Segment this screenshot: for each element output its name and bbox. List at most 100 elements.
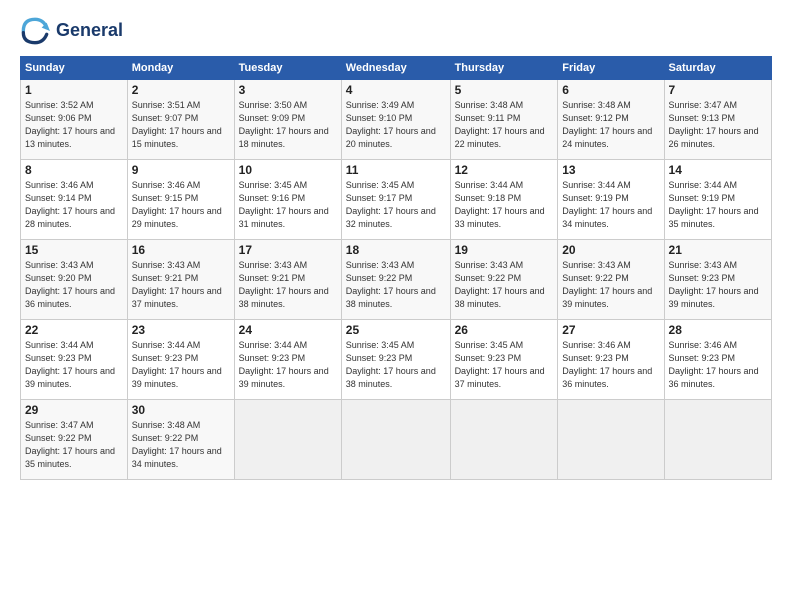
logo-icon bbox=[20, 16, 50, 46]
day-info: Sunrise: 3:45 AMSunset: 9:23 PMDaylight:… bbox=[346, 339, 446, 391]
day-number: 1 bbox=[25, 83, 123, 97]
calendar-body: 1 Sunrise: 3:52 AMSunset: 9:06 PMDaylight… bbox=[21, 80, 772, 480]
day-number: 6 bbox=[562, 83, 659, 97]
calendar-cell bbox=[234, 400, 341, 480]
calendar-cell: 25 Sunrise: 3:45 AMSunset: 9:23 PMDayligh… bbox=[341, 320, 450, 400]
day-info: Sunrise: 3:52 AMSunset: 9:06 PMDaylight:… bbox=[25, 99, 123, 151]
weekday-tuesday: Tuesday bbox=[234, 57, 341, 80]
day-number: 30 bbox=[132, 403, 230, 417]
day-number: 27 bbox=[562, 323, 659, 337]
day-number: 4 bbox=[346, 83, 446, 97]
day-number: 3 bbox=[239, 83, 337, 97]
day-info: Sunrise: 3:51 AMSunset: 9:07 PMDaylight:… bbox=[132, 99, 230, 151]
calendar-cell: 12 Sunrise: 3:44 AMSunset: 9:18 PMDayligh… bbox=[450, 160, 558, 240]
page: General SundayMondayTuesdayWednesdayThur… bbox=[0, 0, 792, 612]
calendar-cell: 19 Sunrise: 3:43 AMSunset: 9:22 PMDayligh… bbox=[450, 240, 558, 320]
day-info: Sunrise: 3:45 AMSunset: 9:16 PMDaylight:… bbox=[239, 179, 337, 231]
calendar-cell: 11 Sunrise: 3:45 AMSunset: 9:17 PMDayligh… bbox=[341, 160, 450, 240]
calendar-cell: 4 Sunrise: 3:49 AMSunset: 9:10 PMDaylight… bbox=[341, 80, 450, 160]
day-number: 26 bbox=[455, 323, 554, 337]
calendar-cell: 16Sunrise: 3:43 AMSunset: 9:21 PMDayligh… bbox=[127, 240, 234, 320]
calendar: SundayMondayTuesdayWednesdayThursdayFrid… bbox=[20, 56, 772, 480]
calendar-cell: 13 Sunrise: 3:44 AMSunset: 9:19 PMDayligh… bbox=[558, 160, 664, 240]
day-number: 11 bbox=[346, 163, 446, 177]
day-number: 15 bbox=[25, 243, 123, 257]
day-number: 8 bbox=[25, 163, 123, 177]
header: General bbox=[20, 16, 772, 46]
day-info: Sunrise: 3:43 AMSunset: 9:21 PMDaylight:… bbox=[239, 259, 337, 311]
day-info: Sunrise: 3:43 AMSunset: 9:22 PMDaylight:… bbox=[562, 259, 659, 311]
calendar-cell: 7Sunrise: 3:47 AMSunset: 9:13 PMDaylight… bbox=[664, 80, 771, 160]
day-info: Sunrise: 3:46 AMSunset: 9:14 PMDaylight:… bbox=[25, 179, 123, 231]
weekday-friday: Friday bbox=[558, 57, 664, 80]
day-info: Sunrise: 3:45 AMSunset: 9:23 PMDaylight:… bbox=[455, 339, 554, 391]
day-info: Sunrise: 3:48 AMSunset: 9:11 PMDaylight:… bbox=[455, 99, 554, 151]
week-row-1: 8 Sunrise: 3:46 AMSunset: 9:14 PMDaylight… bbox=[21, 160, 772, 240]
calendar-cell: 18 Sunrise: 3:43 AMSunset: 9:22 PMDayligh… bbox=[341, 240, 450, 320]
logo-text: General bbox=[56, 21, 123, 41]
day-info: Sunrise: 3:43 AMSunset: 9:23 PMDaylight:… bbox=[669, 259, 767, 311]
calendar-cell: 5Sunrise: 3:48 AMSunset: 9:11 PMDaylight… bbox=[450, 80, 558, 160]
calendar-cell: 15 Sunrise: 3:43 AMSunset: 9:20 PMDayligh… bbox=[21, 240, 128, 320]
day-info: Sunrise: 3:43 AMSunset: 9:22 PMDaylight:… bbox=[455, 259, 554, 311]
calendar-cell: 14 Sunrise: 3:44 AMSunset: 9:19 PMDayligh… bbox=[664, 160, 771, 240]
week-row-0: 1 Sunrise: 3:52 AMSunset: 9:06 PMDaylight… bbox=[21, 80, 772, 160]
calendar-cell bbox=[664, 400, 771, 480]
day-info: Sunrise: 3:44 AMSunset: 9:19 PMDaylight:… bbox=[562, 179, 659, 231]
day-info: Sunrise: 3:48 AMSunset: 9:22 PMDaylight:… bbox=[132, 419, 230, 471]
day-info: Sunrise: 3:47 AMSunset: 9:22 PMDaylight:… bbox=[25, 419, 123, 471]
day-number: 21 bbox=[669, 243, 767, 257]
calendar-cell: 10 Sunrise: 3:45 AMSunset: 9:16 PMDayligh… bbox=[234, 160, 341, 240]
calendar-cell: 8 Sunrise: 3:46 AMSunset: 9:14 PMDaylight… bbox=[21, 160, 128, 240]
day-number: 18 bbox=[346, 243, 446, 257]
weekday-sunday: Sunday bbox=[21, 57, 128, 80]
day-number: 23 bbox=[132, 323, 230, 337]
calendar-cell: 9Sunrise: 3:46 AMSunset: 9:15 PMDaylight… bbox=[127, 160, 234, 240]
day-info: Sunrise: 3:45 AMSunset: 9:17 PMDaylight:… bbox=[346, 179, 446, 231]
day-number: 29 bbox=[25, 403, 123, 417]
day-info: Sunrise: 3:47 AMSunset: 9:13 PMDaylight:… bbox=[669, 99, 767, 151]
day-number: 19 bbox=[455, 243, 554, 257]
day-number: 10 bbox=[239, 163, 337, 177]
calendar-cell: 27Sunrise: 3:46 AMSunset: 9:23 PMDayligh… bbox=[558, 320, 664, 400]
day-number: 14 bbox=[669, 163, 767, 177]
day-info: Sunrise: 3:49 AMSunset: 9:10 PMDaylight:… bbox=[346, 99, 446, 151]
logo: General bbox=[20, 16, 123, 46]
day-number: 22 bbox=[25, 323, 123, 337]
weekday-wednesday: Wednesday bbox=[341, 57, 450, 80]
calendar-cell: 2 Sunrise: 3:51 AMSunset: 9:07 PMDaylight… bbox=[127, 80, 234, 160]
day-number: 28 bbox=[669, 323, 767, 337]
day-info: Sunrise: 3:44 AMSunset: 9:19 PMDaylight:… bbox=[669, 179, 767, 231]
calendar-cell bbox=[450, 400, 558, 480]
day-number: 12 bbox=[455, 163, 554, 177]
week-row-2: 15 Sunrise: 3:43 AMSunset: 9:20 PMDayligh… bbox=[21, 240, 772, 320]
week-row-3: 22 Sunrise: 3:44 AMSunset: 9:23 PMDayligh… bbox=[21, 320, 772, 400]
calendar-cell: 6 Sunrise: 3:48 AMSunset: 9:12 PMDaylight… bbox=[558, 80, 664, 160]
day-info: Sunrise: 3:43 AMSunset: 9:20 PMDaylight:… bbox=[25, 259, 123, 311]
day-info: Sunrise: 3:43 AMSunset: 9:22 PMDaylight:… bbox=[346, 259, 446, 311]
calendar-cell: 21 Sunrise: 3:43 AMSunset: 9:23 PMDayligh… bbox=[664, 240, 771, 320]
day-number: 13 bbox=[562, 163, 659, 177]
calendar-cell: 17Sunrise: 3:43 AMSunset: 9:21 PMDayligh… bbox=[234, 240, 341, 320]
calendar-cell: 29 Sunrise: 3:47 AMSunset: 9:22 PMDayligh… bbox=[21, 400, 128, 480]
day-info: Sunrise: 3:46 AMSunset: 9:15 PMDaylight:… bbox=[132, 179, 230, 231]
day-number: 2 bbox=[132, 83, 230, 97]
week-row-4: 29 Sunrise: 3:47 AMSunset: 9:22 PMDayligh… bbox=[21, 400, 772, 480]
calendar-cell: 26 Sunrise: 3:45 AMSunset: 9:23 PMDayligh… bbox=[450, 320, 558, 400]
day-number: 24 bbox=[239, 323, 337, 337]
weekday-header: SundayMondayTuesdayWednesdayThursdayFrid… bbox=[21, 57, 772, 80]
calendar-cell: 1 Sunrise: 3:52 AMSunset: 9:06 PMDaylight… bbox=[21, 80, 128, 160]
day-number: 25 bbox=[346, 323, 446, 337]
day-info: Sunrise: 3:43 AMSunset: 9:21 PMDaylight:… bbox=[132, 259, 230, 311]
day-info: Sunrise: 3:44 AMSunset: 9:23 PMDaylight:… bbox=[239, 339, 337, 391]
calendar-cell: 24 Sunrise: 3:44 AMSunset: 9:23 PMDayligh… bbox=[234, 320, 341, 400]
weekday-saturday: Saturday bbox=[664, 57, 771, 80]
calendar-cell: 30 Sunrise: 3:48 AMSunset: 9:22 PMDayligh… bbox=[127, 400, 234, 480]
calendar-cell: 22 Sunrise: 3:44 AMSunset: 9:23 PMDayligh… bbox=[21, 320, 128, 400]
calendar-cell: 28 Sunrise: 3:46 AMSunset: 9:23 PMDayligh… bbox=[664, 320, 771, 400]
calendar-cell: 3Sunrise: 3:50 AMSunset: 9:09 PMDaylight… bbox=[234, 80, 341, 160]
day-info: Sunrise: 3:46 AMSunset: 9:23 PMDaylight:… bbox=[669, 339, 767, 391]
day-info: Sunrise: 3:44 AMSunset: 9:23 PMDaylight:… bbox=[25, 339, 123, 391]
day-info: Sunrise: 3:48 AMSunset: 9:12 PMDaylight:… bbox=[562, 99, 659, 151]
day-info: Sunrise: 3:44 AMSunset: 9:18 PMDaylight:… bbox=[455, 179, 554, 231]
